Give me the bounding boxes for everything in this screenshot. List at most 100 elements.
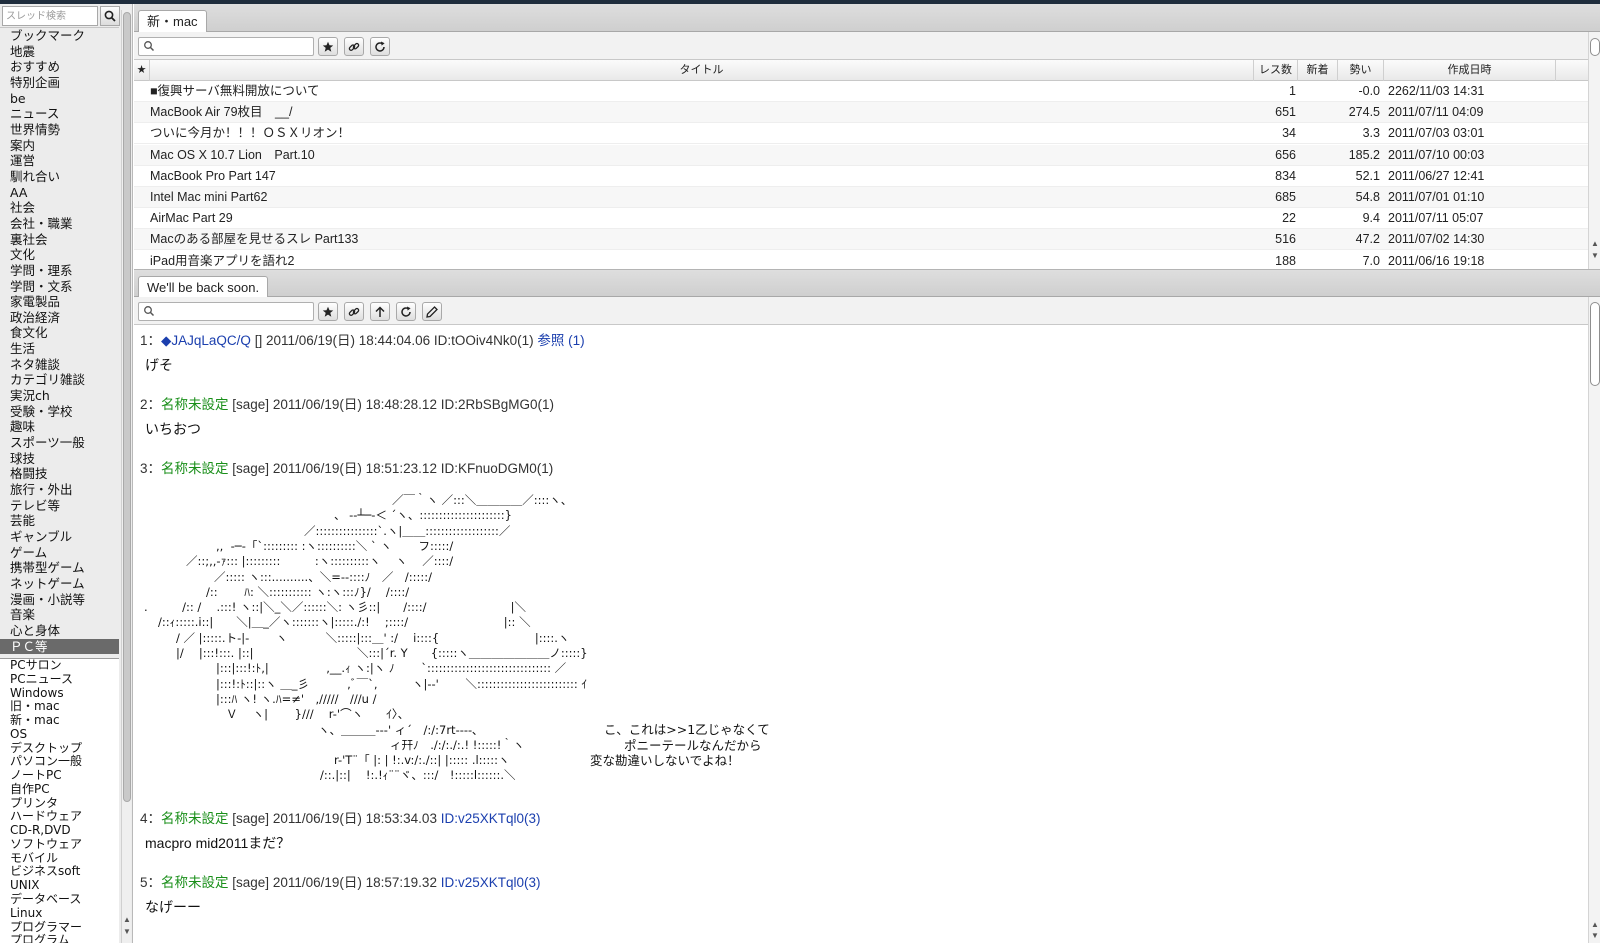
board-item[interactable]: パソコン一般 [0,755,119,769]
sidebar-scroll-thumb[interactable] [123,12,131,802]
category-item[interactable]: 世界情勢 [0,122,119,138]
category-item[interactable]: 学問・文系 [0,279,119,295]
header-date[interactable]: 作成日時 [1384,60,1556,81]
category-item[interactable]: スポーツ一般 [0,435,119,451]
thread-search-input[interactable] [2,6,98,26]
thread-row[interactable]: MacBook Pro Part 147 834 52.1 2011/06/27 12… [134,166,1588,187]
category-item[interactable]: 携帯型ゲーム [0,560,119,576]
category-item[interactable]: 案内 [0,138,119,154]
post-reference-link[interactable]: 参照 (1) [537,333,584,348]
category-item[interactable]: ブックマーク [0,28,119,44]
category-item[interactable]: カテゴリ雑談 [0,372,119,388]
thread-list-scrollbar[interactable]: ▲ ▼ [1588,32,1600,269]
board-item[interactable]: ビジネスsoft [0,865,119,879]
bookmark-button[interactable] [318,302,338,321]
post-id[interactable]: ID:2RbSBgMG0(1) [441,397,554,412]
category-item[interactable]: 実況ch [0,388,119,404]
header-title[interactable]: タイトル [150,60,1254,81]
thread-row[interactable]: MacBook Air 79枚目 __/ 651 274.5 2011/07/11 0… [134,102,1588,124]
scroll-down-arrow-icon[interactable]: ▼ [1590,251,1600,261]
board-item[interactable]: データベース [0,892,119,907]
thread-row[interactable]: Mac OS X 10.7 Lion Part.10 656 185.2 2011/0… [134,144,1588,166]
thread-row[interactable]: Intel Mac mini Part62 685 54.8 2011/07/01 0… [134,187,1588,208]
category-item[interactable]: おすすめ [0,59,119,75]
post-id[interactable]: ID:v25XKTql0(3) [441,811,541,826]
board-item[interactable]: 旧・mac [0,700,119,714]
category-item[interactable]: 運営 [0,153,119,169]
tab-board[interactable]: 新・mac [138,10,207,33]
category-item[interactable]: 漫画・小説等 [0,592,119,608]
header-new[interactable]: 新着 [1298,60,1338,81]
board-item[interactable]: OS [0,727,119,742]
category-item[interactable]: ネタ雑談 [0,357,119,373]
category-item[interactable]: テレビ等 [0,498,119,514]
category-item[interactable]: 家電製品 [0,294,119,310]
board-item[interactable]: CD-R,DVD [0,823,119,838]
header-mark[interactable]: ★ [134,60,150,81]
board-item[interactable]: ハードウェア [0,810,119,824]
scroll-up-arrow-icon[interactable]: ▲ [122,915,132,925]
reload-button[interactable] [370,37,390,56]
board-item[interactable]: プログラマー [0,920,119,935]
category-item[interactable]: ゲーム [0,545,119,561]
bookmark-button[interactable] [318,37,338,56]
scroll-down-arrow-icon[interactable]: ▼ [1590,931,1600,941]
post-author[interactable]: ◆JAJqLaQC/Q [161,333,251,348]
scroll-top-button[interactable] [370,302,390,321]
scroll-down-arrow-icon[interactable]: ▼ [122,927,132,937]
thread-search-button[interactable] [100,6,120,26]
category-item[interactable]: 芸能 [0,513,119,529]
post-author[interactable]: 名称未設定 [161,875,229,890]
post-id[interactable]: ID:v25XKTql0(3) [441,875,541,890]
category-item[interactable]: ＰＣ等 [0,638,119,655]
link-button[interactable] [344,302,364,321]
header-res[interactable]: レス数 [1254,60,1298,81]
category-item[interactable]: be [0,91,119,107]
thread-list-scroll-thumb[interactable] [1590,38,1600,56]
scroll-up-arrow-icon[interactable]: ▲ [1590,239,1600,249]
thread-row[interactable]: iPad用音楽アプリを語れ2 188 7.0 2011/06/16 19:18 [134,251,1588,269]
thread-view-scrollbar[interactable]: ▲ ▼ [1588,297,1600,943]
category-item[interactable]: AA [0,185,119,201]
board-item[interactable]: PCニュース [0,672,119,687]
category-item[interactable]: 音楽 [0,607,119,623]
post-author[interactable]: 名称未設定 [161,811,229,826]
category-item[interactable]: ギャンブル [0,529,119,545]
board-item[interactable]: プリンタ [0,796,119,811]
thread-row[interactable]: ついに今月か！！！ＯＳＸリオン！ 34 3.3 2011/07/03 03:01 [134,123,1588,145]
tab-thread[interactable]: We'll be back soon. [138,276,269,299]
category-item[interactable]: 食文化 [0,325,119,341]
category-item[interactable]: 旅行・外出 [0,482,119,498]
category-item[interactable]: 球技 [0,451,119,467]
category-item[interactable]: 心と身体 [0,623,119,639]
thread-row[interactable]: ■復興サーバ無料開放について 1 -0.0 2262/11/03 14:31 [134,81,1588,102]
board-item[interactable]: ソフトウェア [0,837,119,852]
post-id[interactable]: ID:tOOiv4Nk0(1) [434,333,534,348]
thread-row[interactable]: Macのある部屋を見せるスレ Part133 516 47.2 2011/07/02 … [134,229,1588,251]
thread-view-filter-input[interactable] [138,302,314,321]
board-item[interactable]: 自作PC [0,782,119,797]
category-item[interactable]: ネットゲーム [0,576,119,592]
header-ikioi[interactable]: 勢い [1338,60,1384,81]
scroll-up-arrow-icon[interactable]: ▲ [1590,920,1600,930]
board-item[interactable]: モバイル [0,851,119,866]
thread-row[interactable]: AirMac Part 29 22 9.4 2011/07/11 05:07 [134,208,1588,230]
category-item[interactable]: 学問・理系 [0,263,119,279]
write-button[interactable] [422,302,442,321]
category-item[interactable]: 社会 [0,200,119,216]
thread-view-scroll-thumb[interactable] [1590,302,1600,386]
category-item[interactable]: ニュース [0,106,119,122]
category-item[interactable]: 生活 [0,341,119,357]
board-item[interactable]: Windows [0,686,119,701]
category-item[interactable]: 格闘技 [0,466,119,482]
category-item[interactable]: 地震 [0,44,119,60]
post-id[interactable]: ID:KFnuoDGM0(1) [441,461,554,476]
category-item[interactable]: 政治経済 [0,310,119,326]
category-item[interactable]: 文化 [0,247,119,263]
board-item[interactable]: プログラム [0,934,119,943]
thread-list-filter-input[interactable] [138,37,314,56]
board-item[interactable]: 新・mac [0,713,119,728]
reload-button[interactable] [396,302,416,321]
category-item[interactable]: 馴れ合い [0,169,119,185]
board-item[interactable]: Linux [0,906,119,921]
